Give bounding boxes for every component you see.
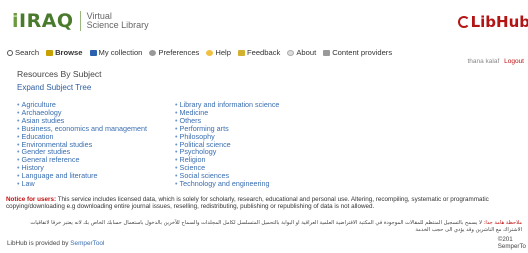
nav-browse[interactable]: Browse [46,48,83,57]
about-icon [287,49,295,56]
nav-label: About [296,48,317,57]
arabic-notice: ملاحظة هامة جدا: لا يسمح بالتسجيل المنتظ… [12,220,522,233]
subject-link[interactable]: Technology and engineering [175,180,279,188]
page-title: Resources By Subject [17,69,102,79]
logo-prefix: i [12,10,20,32]
feedback-icon [237,49,245,56]
footer-copyright: ©201 SemperTo [498,236,526,250]
logo-sub-line2: Science Library [86,20,149,30]
notice-label: Notice for users: [6,196,57,203]
nav-label: Help [215,48,231,57]
arabic-notice-text: لا يسمح بالتسجيل المنتظم للمقالات الموجو… [30,220,522,233]
providers-icon [323,49,331,56]
notice-text: This service includes licensed data, whi… [6,196,489,211]
nav-search[interactable]: Search [7,48,39,57]
username: thana kalaf [467,58,500,65]
search-icon [7,49,13,56]
arabic-notice-label: ملاحظة هامة جدا: [483,220,522,226]
subject-list-left: Agriculture Archaeology Asian studies Bu… [17,101,175,188]
logo-divider [79,11,81,31]
usage-notice: Notice for users: This service includes … [6,196,526,210]
nav-label: Search [15,48,40,57]
nav-label: Preferences [158,48,200,57]
footer-provider: LibHub is provided by SemperTool [7,240,104,247]
footer-provided-text: LibHub is provided by [7,240,69,247]
nav-label: Feedback [246,48,281,57]
main-nav: Search Browse My collection Preferences … [7,48,392,57]
sempertool-link[interactable]: SemperTool [70,240,104,247]
nav-label: Content providers [332,48,393,57]
subject-lists: Agriculture Archaeology Asian studies Bu… [17,101,280,188]
iraq-logo[interactable]: iIRAQ Virtual Science Library [12,10,149,32]
nav-about[interactable]: About [287,48,316,57]
nav-label: My collection [98,48,143,57]
nav-preferences[interactable]: Preferences [149,48,199,57]
subject-list-right: Library and information science Medicine… [175,101,280,188]
nav-content-providers[interactable]: Content providers [323,48,392,57]
nav-label: Browse [55,48,83,57]
logo-mark: iIRAQ [12,10,74,32]
browse-icon [46,49,54,56]
header: iIRAQ Virtual Science Library LibHub [0,0,528,42]
copyright-line2: SemperTo [497,243,526,250]
subject-link[interactable]: Law [17,180,175,188]
subject-link[interactable]: Language and literature [17,172,175,180]
help-icon [206,49,214,56]
expand-subject-tree-link[interactable]: Expand Subject Tree [17,83,91,92]
logo-main: IRAQ [19,10,74,32]
libhub-brand: LibHub [470,13,528,31]
preferences-icon [149,49,157,56]
logout-link[interactable]: Logout [504,58,524,65]
user-bar: thana kalaf Logout [467,58,524,65]
nav-feedback[interactable]: Feedback [237,48,281,57]
libhub-logo[interactable]: LibHub [457,13,528,31]
logo-subtitle: Virtual Science Library [87,12,149,30]
copyright-line1: ©201 [497,236,513,243]
nav-my-collection[interactable]: My collection [89,48,143,57]
nav-help[interactable]: Help [206,48,231,57]
libhub-arc-icon [457,16,470,28]
collection-icon [89,49,97,56]
